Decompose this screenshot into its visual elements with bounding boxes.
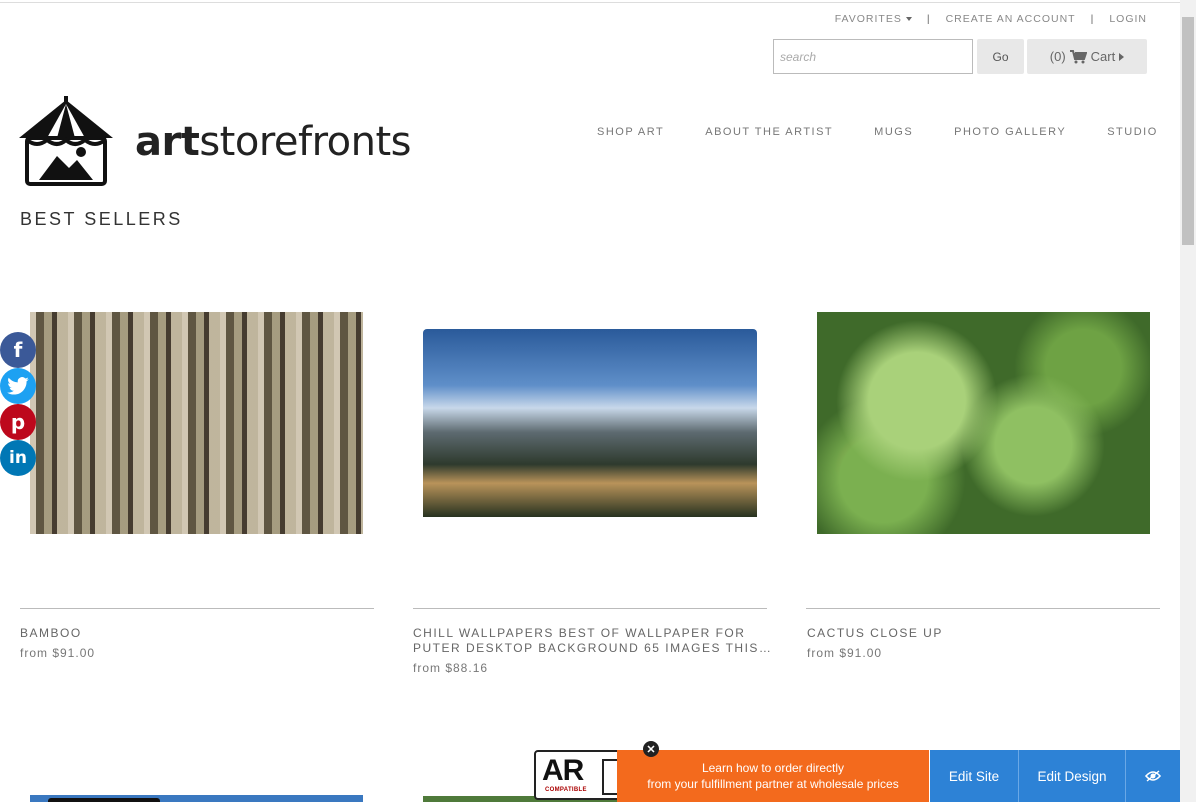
admin-toolbar: Edit Site Edit Design — [930, 750, 1180, 802]
twitter-share-icon[interactable] — [0, 368, 36, 404]
product-image-partial[interactable] — [30, 795, 363, 802]
wholesale-promo-banner[interactable]: Learn how to order directly from your fu… — [617, 750, 929, 802]
nav-shop-art[interactable]: SHOP ART — [597, 126, 664, 138]
product-divider — [806, 608, 1160, 609]
nav-about-the-artist[interactable]: ABOUT THE ARTIST — [705, 126, 833, 138]
go-button[interactable]: Go — [977, 39, 1024, 74]
site-logo[interactable]: artstorefronts — [17, 96, 412, 188]
page-title: BEST SELLERS — [20, 209, 183, 229]
product-divider — [20, 608, 374, 609]
product-title[interactable]: CACTUS CLOSE UP — [807, 626, 943, 641]
create-account-link[interactable]: CREATE AN ACCOUNT — [946, 13, 1076, 25]
cart-icon — [1069, 49, 1087, 63]
cart-count: (0) — [1049, 49, 1066, 64]
edit-design-button[interactable]: Edit Design — [1019, 750, 1126, 802]
separator: | — [926, 13, 931, 25]
product-price: from $88.16 — [413, 661, 489, 675]
storefront-logo-icon — [19, 96, 113, 186]
ar-compatible-badge: AR COMPATIBLE — [534, 750, 624, 800]
scrollbar-thumb[interactable] — [1182, 17, 1194, 245]
nav-mugs[interactable]: MUGS — [874, 126, 913, 138]
product-price: from $91.00 — [807, 646, 883, 660]
facebook-share-icon[interactable]: f — [0, 332, 36, 368]
search-input[interactable]: search — [773, 39, 973, 74]
caret-right-icon — [1119, 52, 1125, 61]
product-title[interactable]: BAMBOO — [20, 626, 82, 641]
favorites-link[interactable]: FAVORITES — [835, 13, 912, 25]
top-divider — [0, 2, 1196, 3]
preview-eye-icon[interactable] — [1126, 750, 1180, 802]
product-divider — [413, 608, 767, 609]
utility-nav: FAVORITES | CREATE AN ACCOUNT | LOGIN — [835, 13, 1147, 25]
caret-down-icon — [905, 17, 912, 22]
edit-site-button[interactable]: Edit Site — [930, 750, 1019, 802]
main-nav: SHOP ART ABOUT THE ARTIST MUGS PHOTO GAL… — [597, 126, 1158, 138]
cart-label: Cart — [1090, 49, 1116, 64]
linkedin-share-icon[interactable]: in — [0, 440, 36, 476]
close-icon[interactable]: ✕ — [643, 741, 659, 757]
cart-button[interactable]: (0) Cart — [1027, 39, 1147, 74]
product-price: from $91.00 — [20, 646, 96, 660]
product-image-chill-wallpapers[interactable] — [423, 329, 757, 517]
login-link[interactable]: LOGIN — [1109, 13, 1147, 25]
product-title[interactable]: CHILL WALLPAPERS BEST OF WALLPAPER FOR P… — [413, 626, 772, 656]
product-image-cactus[interactable] — [817, 312, 1150, 534]
twitter-bird-icon — [7, 377, 29, 395]
nav-photo-gallery[interactable]: PHOTO GALLERY — [954, 126, 1066, 138]
product-image-bamboo[interactable] — [30, 312, 363, 534]
nav-studio[interactable]: STUDIO — [1107, 126, 1158, 138]
brand-name: artstorefronts — [135, 119, 412, 165]
separator: | — [1090, 13, 1095, 25]
pinterest-share-icon[interactable]: p — [0, 404, 36, 440]
